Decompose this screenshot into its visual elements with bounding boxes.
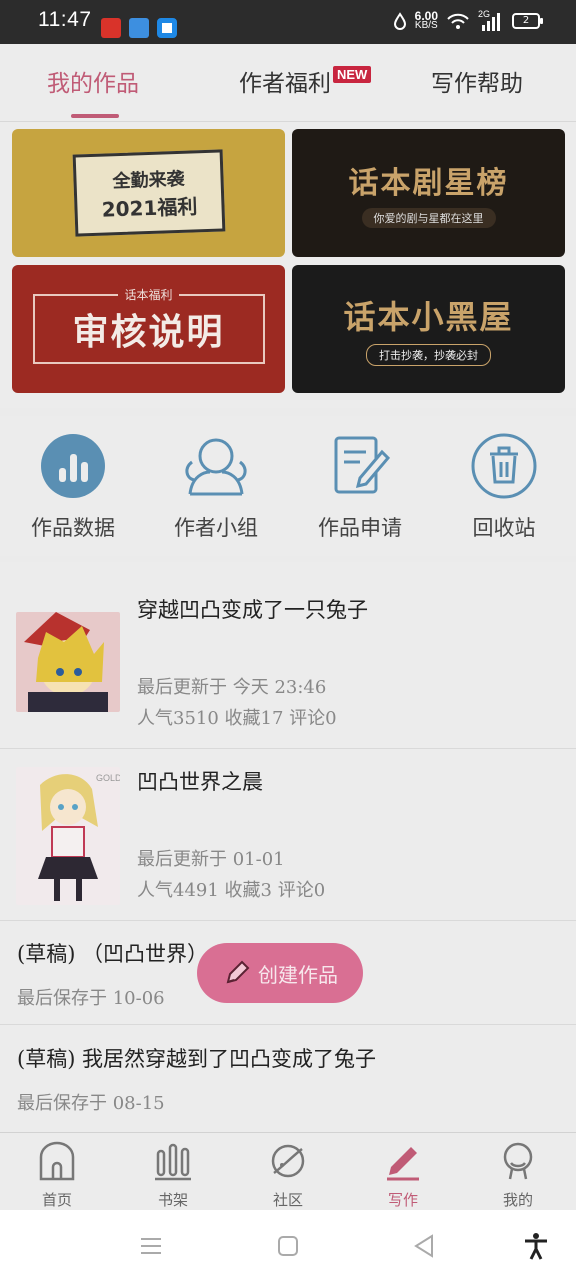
bottom-nav: 首页 书架 社区 写作 我的: [0, 1132, 576, 1210]
status-indicators: 6.00 KB/S 2G 2: [393, 9, 543, 31]
home-button-icon[interactable]: [274, 1232, 302, 1260]
works-list: 穿越凹凸变成了一只兔子 最后更新于 今天 23:46 人气3510 收藏17 评…: [0, 562, 576, 1132]
draft-title: (草稿) 我居然穿越到了凹凸变成了兔子: [17, 1047, 377, 1071]
bar-chart-icon: [41, 434, 105, 498]
battery-level: 2: [522, 15, 530, 26]
tab-author-benefits[interactable]: 作者福利: [239, 64, 331, 98]
network-type: 2G: [478, 9, 491, 19]
quick-action-label: 回收站: [472, 516, 536, 540]
banner-card: 全勤来袭 2021福利: [72, 149, 225, 237]
banner-star-ranking[interactable]: 话本剧星榜 你爱的剧与星都在这里: [292, 129, 565, 257]
work-updated: 最后更新于 01-01: [137, 849, 285, 870]
notification-app-icon: [101, 18, 121, 38]
svg-text:GOLD: GOLD: [96, 773, 120, 783]
net-speed: 6.00 KB/S: [414, 10, 438, 31]
banner-subtitle: 打击抄袭，抄袭必封: [366, 344, 491, 366]
banner-line: 全勤来袭: [111, 168, 185, 192]
banner-title: 话本小黑屋: [343, 298, 514, 336]
quick-action-author-group[interactable]: 作者小组: [156, 432, 276, 542]
create-work-label: 创建作品: [258, 962, 338, 987]
system-nav-bar: [0, 1210, 576, 1280]
bookshelf-icon: [155, 1143, 191, 1181]
nav-label: 我的: [502, 1191, 533, 1209]
group-icon: [185, 438, 247, 496]
list-item-work[interactable]: 穿越凹凸变成了一只兔子 最后更新于 今天 23:46 人气3510 收藏17 评…: [0, 562, 576, 749]
work-title: 穿越凹凸变成了一只兔子: [137, 598, 368, 622]
banner-grid: 全勤来袭 2021福利 话本剧星榜 你爱的剧与星都在这里 话本福利 审核说明 话…: [0, 122, 576, 408]
draft-saved: 最后保存于 08-15: [17, 1093, 165, 1114]
banner-line: 2021福利: [100, 193, 198, 222]
active-tab-indicator: [71, 114, 119, 118]
home-icon: [39, 1141, 75, 1181]
status-bar: 11:47 6.00 KB/S 2G 2: [0, 0, 576, 44]
back-icon[interactable]: [410, 1232, 438, 1260]
banner-attendance-2021[interactable]: 全勤来袭 2021福利: [12, 129, 285, 257]
banner-black-room[interactable]: 话本小黑屋 打击抄袭，抄袭必封: [292, 265, 565, 393]
pencil-icon: [226, 960, 250, 984]
work-cover-image: [16, 612, 120, 712]
work-updated: 最后更新于 今天 23:46: [137, 677, 327, 698]
status-time: 11:47: [38, 8, 92, 31]
tab-writing-help[interactable]: 写作帮助: [431, 64, 523, 98]
nav-label: 写作: [387, 1191, 418, 1209]
banner-tag: 话本福利: [118, 286, 179, 303]
signal-icon: 2G: [478, 9, 504, 31]
top-tabs: 我的作品 作者福利 NEW 写作帮助: [0, 44, 576, 122]
quick-action-work-data[interactable]: 作品数据: [13, 432, 133, 542]
accessibility-icon[interactable]: [522, 1232, 550, 1260]
quick-action-recycle-bin[interactable]: 回收站: [444, 432, 564, 542]
banner-review-guide[interactable]: 话本福利 审核说明: [12, 265, 285, 393]
banner-title: 话本剧星榜: [348, 166, 509, 201]
trash-icon: [471, 433, 537, 499]
pen-icon: [387, 1147, 419, 1181]
work-title: 凹凸世界之晨: [137, 770, 263, 794]
nav-home[interactable]: 首页: [17, 1141, 97, 1210]
net-speed-unit: KB/S: [414, 20, 438, 31]
nav-profile[interactable]: 我的: [478, 1141, 558, 1210]
screen: 11:47 6.00 KB/S 2G 2 我的作品 作者福利 NEW 写作帮助 …: [0, 0, 576, 1280]
edit-document-icon: [334, 436, 391, 494]
create-work-button[interactable]: 创建作品: [197, 943, 363, 1003]
menu-icon[interactable]: [137, 1232, 165, 1260]
profile-icon: [503, 1142, 533, 1180]
nav-community[interactable]: 社区: [248, 1141, 328, 1210]
nav-write[interactable]: 写作: [363, 1141, 443, 1210]
nav-label: 首页: [41, 1191, 72, 1209]
work-stats: 人气3510 收藏17 评论0: [137, 708, 337, 729]
draft-title: (草稿) （凹凸世界）: [17, 942, 209, 966]
list-item-draft[interactable]: (草稿) 我居然穿越到了凹凸变成了兔子 最后保存于 08-15: [0, 1025, 576, 1132]
notification-app-icon: [157, 18, 177, 38]
draft-saved: 最后保存于 10-06: [17, 988, 165, 1009]
wifi-icon: [447, 13, 469, 29]
work-stats: 人气4491 收藏3 评论0: [137, 880, 326, 901]
nav-bookshelf[interactable]: 书架: [133, 1141, 213, 1210]
new-badge: NEW: [333, 66, 372, 83]
work-cover-image: GOLD: [16, 767, 120, 905]
nav-label: 书架: [157, 1191, 188, 1209]
planet-icon: [271, 1144, 305, 1178]
list-item-work[interactable]: GOLD 凹凸世界之晨 最后更新于 01-01 人气4491 收藏3 评论0: [0, 749, 576, 921]
nav-label: 社区: [272, 1191, 303, 1209]
battery-icon: 2: [512, 13, 543, 29]
data-saver-icon: [393, 12, 406, 30]
quick-action-label: 作品申请: [318, 516, 402, 540]
quick-actions: 作品数据 作者小组 作品申请 回收站: [0, 416, 576, 556]
tab-my-works[interactable]: 我的作品: [47, 64, 139, 98]
banner-frame: 话本福利 审核说明: [32, 286, 265, 364]
banner-title: 审核说明: [72, 312, 225, 353]
quick-action-work-apply[interactable]: 作品申请: [300, 432, 420, 542]
banner-subtitle: 你爱的剧与星都在这里: [361, 208, 496, 228]
quick-action-label: 作品数据: [31, 516, 115, 540]
quick-action-label: 作者小组: [174, 516, 258, 540]
notification-app-icon: [129, 18, 149, 38]
